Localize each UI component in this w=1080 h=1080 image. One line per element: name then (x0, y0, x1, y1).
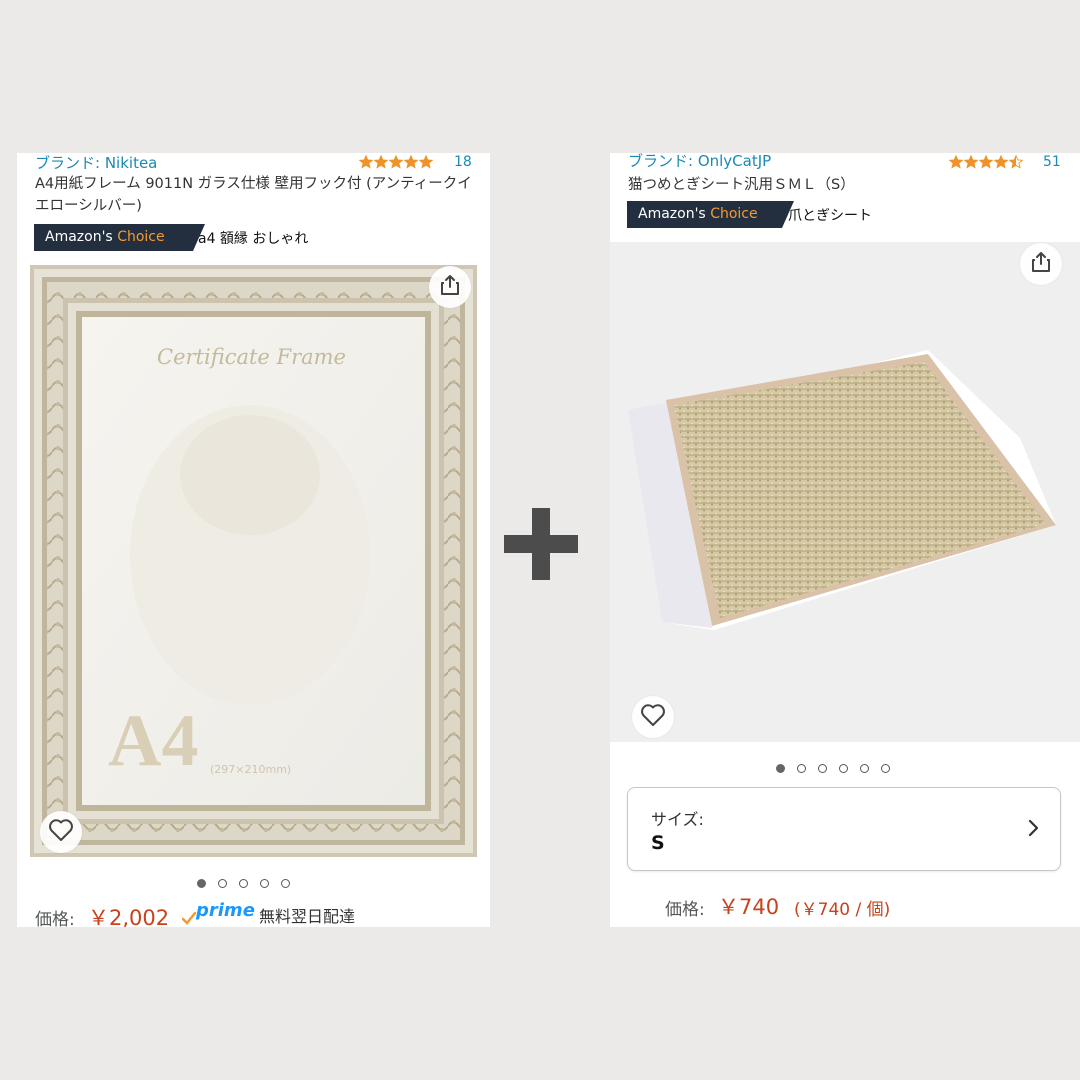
price-value: ￥2,002 (88, 906, 170, 927)
carousel-dot[interactable] (839, 764, 848, 773)
carousel-dot[interactable] (818, 764, 827, 773)
image-carousel-indicator[interactable] (197, 879, 290, 888)
star-icon (949, 155, 963, 169)
badge-choice-word: Choice (710, 206, 758, 222)
favorite-button[interactable] (40, 811, 82, 853)
product-image[interactable] (610, 242, 1080, 742)
image-carousel-indicator[interactable] (776, 764, 890, 773)
check-icon (181, 910, 197, 927)
badge-prefix: Amazon's (638, 206, 711, 222)
size-label: サイズ: (651, 810, 704, 829)
share-button[interactable] (1020, 243, 1062, 285)
review-count[interactable]: 18 (454, 154, 472, 170)
choice-keyword: 爪とぎシート (788, 208, 872, 224)
product-title: A4用紙フレーム 9011N ガラス仕様 壁用フック付 (アンティークイエローシ… (35, 176, 472, 214)
unit-price: (￥740 / 個) (794, 900, 891, 920)
scratch-mat-illustration (628, 350, 1056, 630)
star-icon (994, 155, 1008, 169)
delivery-info: 無料翌日配達 (259, 907, 356, 926)
plus-icon-vertical (532, 508, 550, 580)
carousel-dot[interactable] (881, 764, 890, 773)
amazons-choice-badge: Amazon's Choice (34, 224, 205, 251)
badge-choice-word: Choice (117, 229, 165, 245)
heart-icon (48, 818, 74, 846)
size-selector[interactable]: サイズ: S (627, 787, 1061, 871)
badge-prefix: Amazon's (45, 229, 118, 245)
star-icon (419, 155, 433, 169)
choice-keyword: a4 額縁 おしゃれ (198, 231, 309, 247)
price-label: 価格: (665, 900, 705, 920)
carousel-dot[interactable] (239, 879, 248, 888)
star-icon (1009, 155, 1023, 169)
share-icon (440, 274, 460, 300)
favorite-button[interactable] (632, 696, 674, 738)
carousel-dot[interactable] (218, 879, 227, 888)
price-label: 価格: (35, 910, 75, 927)
star-icon (964, 155, 978, 169)
star-icon (404, 155, 418, 169)
product-title: 猫つめとぎシート汎用ＳＭＬ（S） (628, 177, 855, 193)
carousel-dot[interactable] (260, 879, 269, 888)
carousel-dot[interactable] (197, 879, 206, 888)
image-caption-title: Certificate Frame (157, 345, 346, 369)
image-size-label: A4 (108, 700, 199, 782)
carousel-dot[interactable] (281, 879, 290, 888)
review-count[interactable]: 51 (1043, 154, 1061, 170)
share-button[interactable] (429, 266, 471, 308)
star-icon (389, 155, 403, 169)
heart-icon (640, 703, 666, 731)
product-image[interactable]: Certificate Frame A4 (297×210mm) (30, 265, 477, 857)
amazons-choice-badge: Amazon's Choice (627, 201, 794, 228)
size-value: S (651, 832, 665, 854)
carousel-dot[interactable] (797, 764, 806, 773)
product-card-scratch-mat: ブランド: OnlyCatJP 51 猫つめとぎシート汎用ＳＭＬ（S） Amaz… (610, 153, 1080, 927)
chevron-right-icon (1028, 818, 1040, 842)
carousel-dot[interactable] (860, 764, 869, 773)
star-rating[interactable] (359, 155, 433, 169)
prime-logo: prime (196, 900, 255, 921)
price-value: ￥740 (718, 895, 780, 919)
brand-link[interactable]: ブランド: OnlyCatJP (628, 153, 771, 171)
star-rating[interactable] (949, 155, 1023, 169)
carousel-dot[interactable] (776, 764, 785, 773)
product-card-frame: ブランド: Nikitea 18 A4用紙フレーム 9011N ガラス仕様 壁用… (17, 153, 490, 927)
image-size-dimensions: (297×210mm) (210, 763, 292, 776)
star-icon (374, 155, 388, 169)
star-icon (359, 155, 373, 169)
brand-link[interactable]: ブランド: Nikitea (35, 153, 157, 173)
share-icon (1031, 251, 1051, 277)
star-icon (979, 155, 993, 169)
